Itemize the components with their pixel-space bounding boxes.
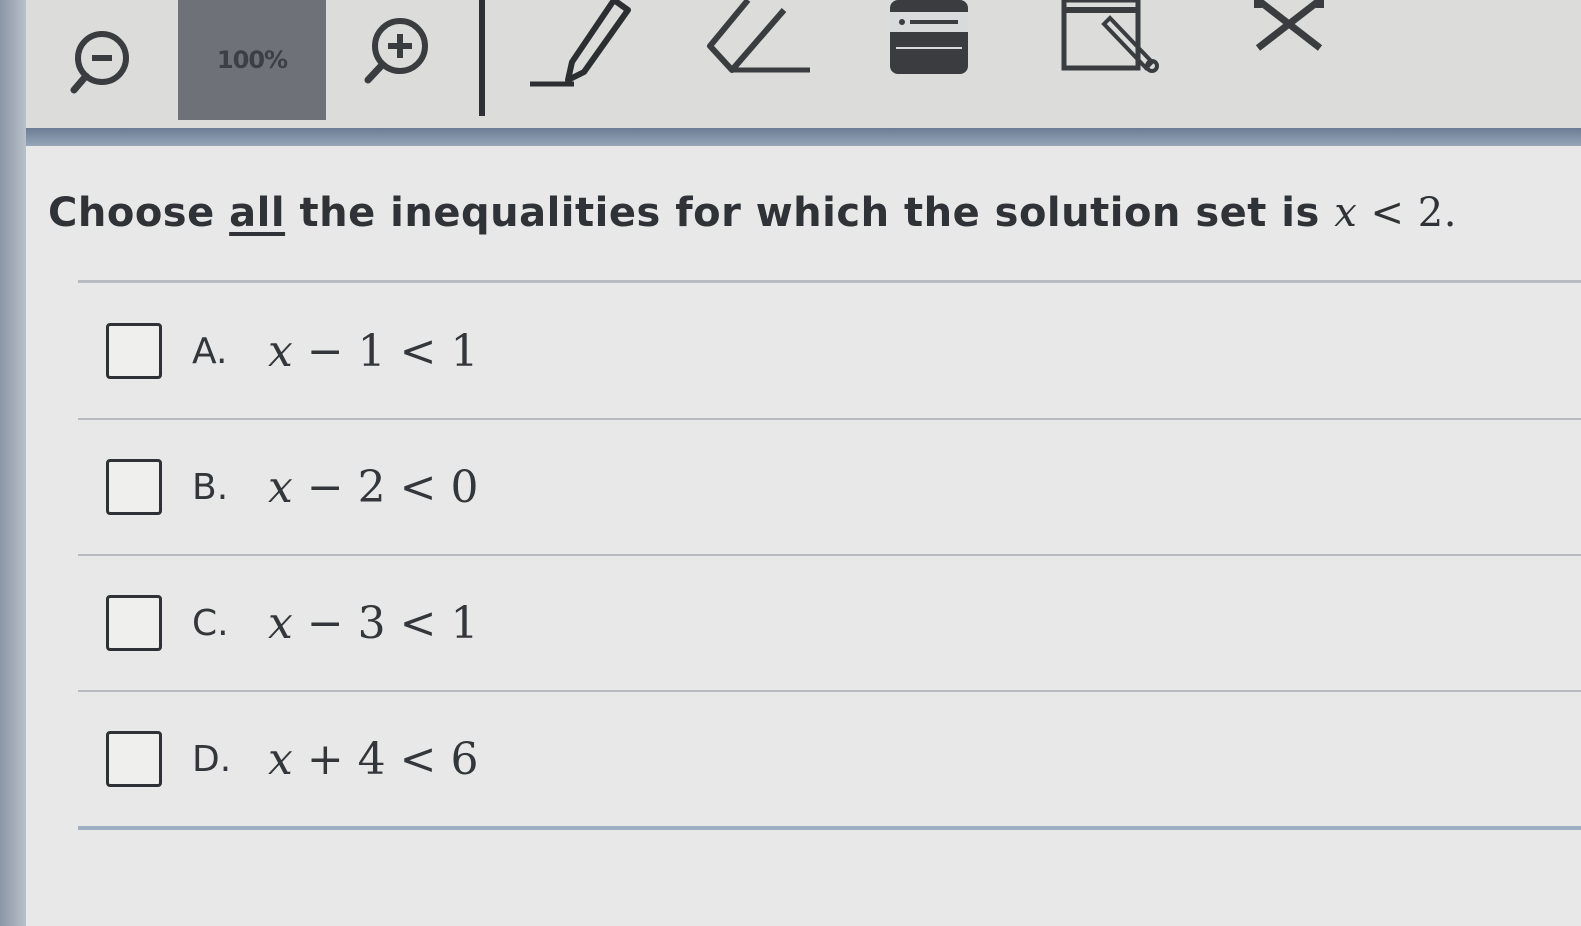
option-expression: x − 2 < 0	[268, 462, 479, 513]
option-var: x	[268, 597, 293, 649]
highlighter-icon[interactable]	[1060, 0, 1164, 76]
question-prefix: Choose	[48, 190, 230, 236]
option-rest: − 1 < 1	[292, 325, 479, 377]
question-emphasis: all	[229, 190, 286, 236]
toolbar-divider	[479, 0, 485, 116]
option-letter: A.	[192, 330, 228, 372]
toolbar-bottom-border	[26, 128, 1581, 146]
zoom-in-icon[interactable]	[362, 16, 432, 86]
question-divider	[78, 280, 1581, 283]
option-expression: x − 3 < 1	[268, 598, 479, 649]
pencil-icon[interactable]	[528, 0, 638, 92]
checkbox-a[interactable]	[106, 323, 162, 379]
checkbox-d[interactable]	[106, 731, 162, 787]
option-letter: C.	[192, 602, 229, 644]
question-math-rest: < 2.	[1357, 190, 1457, 236]
option-b[interactable]: B. x − 2 < 0	[78, 420, 1581, 556]
option-a[interactable]: A. x − 1 < 1	[78, 284, 1581, 420]
option-var: x	[268, 461, 293, 513]
answer-options: A. x − 1 < 1 B. x − 2 < 0 C. x − 3 < 1 D…	[78, 284, 1581, 830]
option-var: x	[268, 733, 293, 785]
zoom-level: 100%	[178, 0, 326, 120]
question-prompt: Choose all the inequalities for which th…	[48, 190, 1457, 236]
option-c[interactable]: C. x − 3 < 1	[78, 556, 1581, 692]
option-expression: x − 1 < 1	[268, 326, 479, 377]
option-var: x	[268, 325, 293, 377]
cross-out-icon[interactable]	[1250, 0, 1334, 56]
option-rest: − 3 < 1	[292, 597, 479, 649]
question-math-var: x	[1334, 190, 1358, 236]
line-reader-icon[interactable]	[888, 0, 972, 80]
option-rest: + 4 < 6	[292, 733, 479, 785]
option-letter: D.	[192, 738, 232, 780]
option-expression: x + 4 < 6	[268, 734, 479, 785]
zoom-out-icon[interactable]	[68, 28, 134, 94]
option-d[interactable]: D. x + 4 < 6	[78, 692, 1581, 830]
question-math: x < 2.	[1334, 190, 1457, 236]
checkbox-c[interactable]	[106, 595, 162, 651]
question-middle: the inequalities for which the solution …	[285, 190, 1335, 236]
option-letter: B.	[192, 466, 229, 508]
eraser-icon[interactable]	[704, 0, 814, 80]
screen-edge	[0, 0, 26, 926]
option-rest: − 2 < 0	[292, 461, 479, 513]
checkbox-b[interactable]	[106, 459, 162, 515]
